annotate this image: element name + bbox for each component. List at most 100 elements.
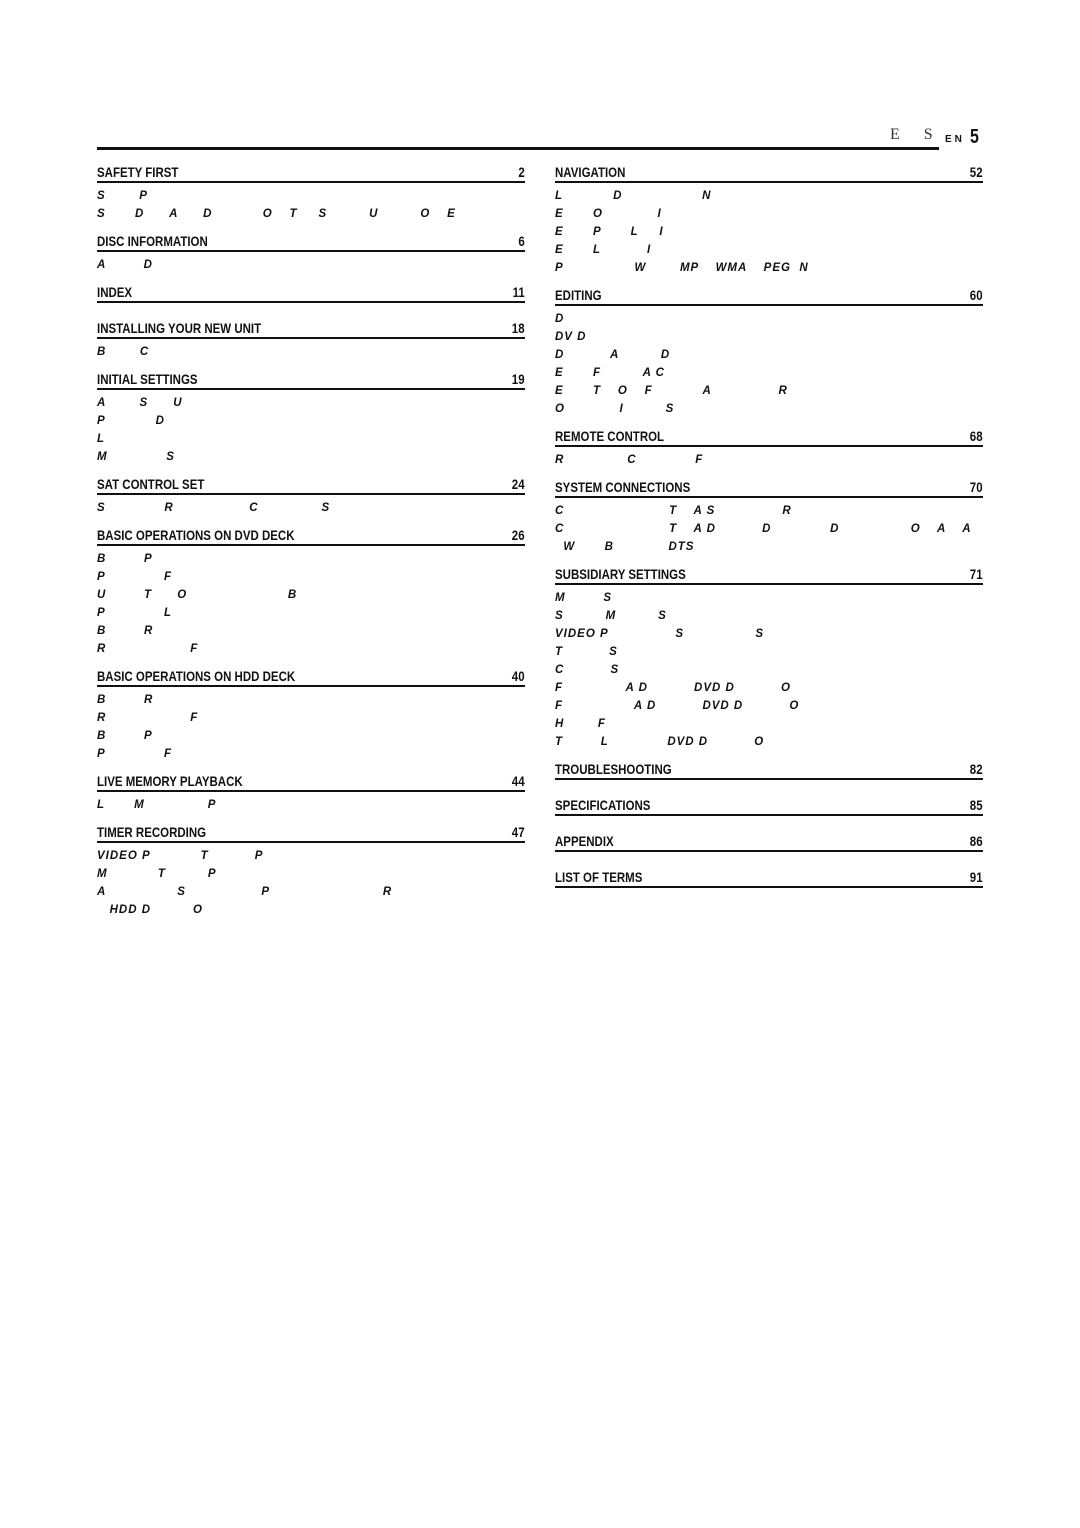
toc-section-heading[interactable]: LIVE MEMORY PLAYBACK 44: [97, 769, 525, 792]
toc-section: INITIAL SETTINGS 19 A S UP DLM S: [97, 367, 525, 466]
section-title: SUBSIDIARY SETTINGS: [555, 566, 686, 582]
section-title: APPENDIX: [555, 833, 614, 849]
toc-subentry[interactable]: P F: [97, 568, 525, 586]
toc-subentry[interactable]: S P: [97, 187, 525, 205]
toc-subentry[interactable]: S D A D O T S U O E: [97, 205, 525, 223]
section-page-number: 91: [970, 869, 983, 885]
section-title: SYSTEM CONNECTIONS: [555, 479, 691, 495]
toc-subentry[interactable]: R C F: [555, 451, 983, 469]
toc-subentry[interactable]: F A D DVD D O: [555, 697, 983, 715]
section-page-number: 11: [512, 284, 525, 300]
toc-section-heading[interactable]: SAT CONTROL SET 24: [97, 472, 525, 495]
toc-section-heading[interactable]: SYSTEM CONNECTIONS 70: [555, 475, 983, 498]
toc-subentry[interactable]: U T O B: [97, 586, 525, 604]
header-rule: [97, 147, 939, 150]
toc-section-heading[interactable]: SPECIFICATIONS 85: [555, 793, 983, 816]
toc-section: BASIC OPERATIONS ON HDD DECK 40 B RR FB PP…: [97, 664, 525, 763]
toc-subentry[interactable]: B R: [97, 691, 525, 709]
toc-section-heading[interactable]: EDITING 60: [555, 283, 983, 306]
toc-subentry[interactable]: P D: [97, 412, 525, 430]
toc-section: BASIC OPERATIONS ON DVD DECK 26 B PP FU T …: [97, 523, 525, 658]
section-title: TIMER RECORDING: [97, 824, 207, 840]
toc-subentry[interactable]: B C: [97, 343, 525, 361]
toc-subentry[interactable]: F A D DVD D O: [555, 679, 983, 697]
toc-subentry[interactable]: D A D: [555, 346, 983, 364]
toc-subentry[interactable]: P W MP WMA PEG N: [555, 259, 983, 277]
toc-subentry[interactable]: P F: [97, 745, 525, 763]
toc-section-heading[interactable]: BASIC OPERATIONS ON DVD DECK 26: [97, 523, 525, 546]
toc-subentry[interactable]: B P: [97, 727, 525, 745]
toc-subentry[interactable]: B R: [97, 622, 525, 640]
toc-section-heading[interactable]: TROUBLESHOOTING 82: [555, 757, 983, 780]
section-title: EDITING: [555, 287, 602, 303]
toc-subentry[interactable]: T S: [555, 643, 983, 661]
section-page-number: 24: [512, 476, 525, 492]
toc-subentry[interactable]: W B DTS: [555, 538, 983, 556]
toc-subentry[interactable]: DV D: [555, 328, 983, 346]
toc-subentry[interactable]: E P L I: [555, 223, 983, 241]
toc-section: NAVIGATION 52 L D NE O IE P L IE L IP W MP…: [555, 160, 983, 277]
toc-subentry[interactable]: HDD D O: [97, 901, 525, 919]
section-title: SAT CONTROL SET: [97, 476, 205, 492]
toc-subentry[interactable]: M S: [97, 448, 525, 466]
toc-subentry[interactable]: A S P R: [97, 883, 525, 901]
toc-section: REMOTE CONTROL 68 R C F: [555, 424, 983, 469]
toc-subentry[interactable]: D: [555, 310, 983, 328]
toc-section-heading[interactable]: SAFETY FIRST 2: [97, 160, 525, 183]
toc-section-heading[interactable]: BASIC OPERATIONS ON HDD DECK 40: [97, 664, 525, 687]
toc-subentry[interactable]: VIDEO P S S: [555, 625, 983, 643]
toc-section: LIST OF TERMS 91: [555, 865, 983, 888]
toc-subentry[interactable]: E O I: [555, 205, 983, 223]
toc-subentry[interactable]: O I S: [555, 400, 983, 418]
toc-section-heading[interactable]: LIST OF TERMS 91: [555, 865, 983, 888]
toc-section-heading[interactable]: APPENDIX 86: [555, 829, 983, 852]
toc-section-heading[interactable]: INDEX 11: [97, 280, 525, 303]
toc-subentry[interactable]: S M S: [555, 607, 983, 625]
toc-subentry[interactable]: L D N: [555, 187, 983, 205]
toc-subentry[interactable]: S R C S: [97, 499, 525, 517]
toc-subentry[interactable]: VIDEO P T P: [97, 847, 525, 865]
toc-section: INSTALLING YOUR NEW UNIT 18 B C: [97, 316, 525, 361]
section-page-number: 26: [512, 527, 525, 543]
section-title: NAVIGATION: [555, 164, 626, 180]
toc-subentry[interactable]: L M P: [97, 796, 525, 814]
section-title: BASIC OPERATIONS ON HDD DECK: [97, 668, 296, 684]
section-page-number: 2: [518, 164, 525, 180]
toc-subentry[interactable]: L: [97, 430, 525, 448]
toc-subentry[interactable]: R F: [97, 640, 525, 658]
toc-subentry[interactable]: E F A C: [555, 364, 983, 382]
toc-subentry[interactable]: M S: [555, 589, 983, 607]
toc-column-right: NAVIGATION 52 L D NE O IE P L IE L IP W MP…: [555, 160, 983, 901]
section-page-number: 47: [512, 824, 525, 840]
toc-subentry[interactable]: T L DVD D O: [555, 733, 983, 751]
toc-subentry[interactable]: R F: [97, 709, 525, 727]
toc-section-heading[interactable]: SUBSIDIARY SETTINGS 71: [555, 562, 983, 585]
section-title: TROUBLESHOOTING: [555, 761, 672, 777]
header-title: E S: [890, 126, 943, 143]
toc-subentry[interactable]: C T A S R: [555, 502, 983, 520]
toc-subentry[interactable]: C S: [555, 661, 983, 679]
toc-section: INDEX 11: [97, 280, 525, 303]
toc-subentry[interactable]: C T A D D D O A A: [555, 520, 983, 538]
toc-section-heading[interactable]: INITIAL SETTINGS 19: [97, 367, 525, 390]
toc-subentry[interactable]: A D: [97, 256, 525, 274]
section-page-number: 19: [512, 371, 525, 387]
toc-subentry[interactable]: M T P: [97, 865, 525, 883]
toc-section-heading[interactable]: NAVIGATION 52: [555, 160, 983, 183]
toc-subentry[interactable]: B P: [97, 550, 525, 568]
toc-section-heading[interactable]: DISC INFORMATION 6: [97, 229, 525, 252]
toc-subentry[interactable]: E T O F A R: [555, 382, 983, 400]
section-title: BASIC OPERATIONS ON DVD DECK: [97, 527, 295, 543]
section-title: DISC INFORMATION: [97, 233, 208, 249]
toc-section: EDITING 60 D DV DD A DE F A CE T O F A RO I…: [555, 283, 983, 418]
section-page-number: 68: [970, 428, 983, 444]
toc-subentry[interactable]: H F: [555, 715, 983, 733]
toc-section-heading[interactable]: TIMER RECORDING 47: [97, 820, 525, 843]
section-title: INSTALLING YOUR NEW UNIT: [97, 320, 262, 336]
section-page-number: 86: [970, 833, 983, 849]
toc-section-heading[interactable]: INSTALLING YOUR NEW UNIT 18: [97, 316, 525, 339]
toc-section-heading[interactable]: REMOTE CONTROL 68: [555, 424, 983, 447]
toc-subentry[interactable]: E L I: [555, 241, 983, 259]
toc-subentry[interactable]: A S U: [97, 394, 525, 412]
toc-subentry[interactable]: P L: [97, 604, 525, 622]
